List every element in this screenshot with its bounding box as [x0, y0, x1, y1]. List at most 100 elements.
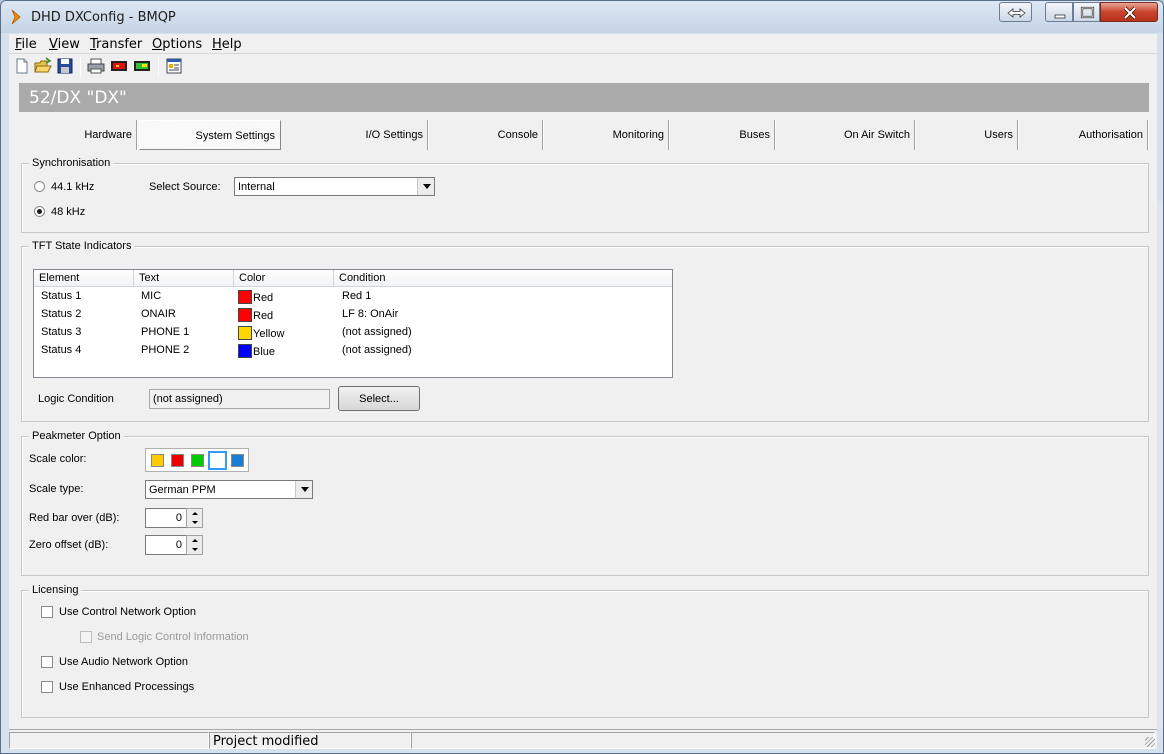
open-folder-icon[interactable] — [34, 57, 52, 75]
peakmeter-group: Peakmeter Option Scale color: Scale type… — [21, 430, 1149, 576]
source-label: Select Source: — [149, 181, 221, 193]
enhanced-processing-checkbox[interactable] — [41, 681, 53, 693]
app-logo-icon — [11, 9, 21, 25]
audio-network-label: Use Audio Network Option — [59, 656, 189, 668]
main-window: DHD DXConfig - BMQP File View Transfer O… — [0, 0, 1164, 754]
status-panel-left — [9, 732, 209, 749]
scale-color-picker — [145, 448, 249, 472]
group-title: TFT State Indicators — [29, 240, 135, 252]
resize-arrows-icon — [1007, 8, 1026, 18]
enhanced-processing-label: Use Enhanced Processings — [59, 681, 195, 693]
group-title: Licensing — [29, 584, 82, 596]
tab-system-settings[interactable]: System Settings — [139, 120, 281, 150]
tab-monitoring[interactable]: Monitoring — [544, 120, 670, 150]
title-bar[interactable]: DHD DXConfig - BMQP — [1, 1, 1163, 33]
tft-indicators-group: TFT State Indicators Element Text Color … — [21, 240, 1149, 422]
radio-44k-label: 44.1 kHz — [51, 181, 95, 193]
group-title: Synchronisation — [29, 157, 114, 169]
color-swatch — [238, 326, 252, 340]
radio-48k-label: 48 kHz — [51, 206, 86, 218]
status-panel-right — [411, 732, 1155, 749]
group-title: Peakmeter Option — [29, 430, 124, 442]
tab-authorisation[interactable]: Authorisation — [1019, 120, 1149, 150]
toolbar-separator — [158, 57, 159, 76]
red-bar-label: Red bar over (dB): — [29, 512, 120, 524]
close-button[interactable] — [1100, 2, 1158, 22]
control-network-label: Use Control Network Option — [59, 606, 196, 618]
chevron-down-icon[interactable] — [417, 178, 434, 195]
tab-buses[interactable]: Buses — [670, 120, 776, 150]
scale-color-yellow[interactable] — [151, 454, 164, 467]
tft-indicator-list[interactable]: Element Text Color Condition Status 1 MI… — [33, 269, 673, 378]
tab-io-settings[interactable]: I/O Settings — [282, 120, 429, 150]
send-logic-checkbox[interactable] — [80, 631, 92, 643]
spinner-arrows-icon[interactable] — [186, 535, 203, 555]
chevron-down-icon[interactable] — [295, 481, 312, 498]
audio-network-checkbox[interactable] — [41, 656, 53, 668]
column-header-text[interactable]: Text — [134, 270, 234, 287]
tab-console[interactable]: Console — [429, 120, 544, 150]
zero-offset-spinner[interactable]: 0 — [145, 535, 204, 555]
print-icon[interactable] — [87, 57, 105, 75]
send-logic-label: Send Logic Control Information — [97, 631, 249, 643]
device-green-icon[interactable] — [133, 57, 151, 75]
menu-bar: File View Transfer Options Help — [9, 34, 1157, 54]
close-icon — [1123, 6, 1137, 20]
scale-color-green[interactable] — [191, 454, 204, 467]
resize-grip-icon[interactable] — [1145, 737, 1155, 747]
color-swatch — [238, 308, 252, 322]
table-row[interactable]: Status 2 ONAIR Red LF 8: OnAir — [34, 306, 672, 324]
color-swatch — [238, 290, 252, 304]
minimize-icon — [1054, 14, 1066, 19]
tab-hardware[interactable]: Hardware — [19, 120, 138, 150]
select-logic-button[interactable]: Select... — [338, 386, 420, 411]
menu-transfer[interactable]: Transfer — [90, 37, 142, 52]
menu-file[interactable]: File — [15, 37, 37, 52]
column-header-element[interactable]: Element — [34, 270, 134, 287]
device-header: 52/DX "DX" — [19, 83, 1149, 112]
synchronisation-group: Synchronisation 44.1 kHz 48 kHz Select S… — [21, 157, 1149, 233]
zero-offset-label: Zero offset (dB): — [29, 539, 109, 551]
scale-type-label: Scale type: — [29, 483, 84, 495]
radio-44k[interactable] — [34, 181, 45, 192]
maximize-button[interactable] — [1073, 2, 1100, 22]
device-red-icon[interactable] — [110, 57, 128, 75]
column-header-color[interactable]: Color — [234, 270, 334, 287]
tab-users[interactable]: Users — [916, 120, 1019, 150]
toolbar-separator — [80, 57, 81, 76]
window-title: DHD DXConfig - BMQP — [31, 10, 176, 25]
red-bar-spinner[interactable]: 0 — [145, 508, 204, 528]
list-header: Element Text Color Condition — [34, 270, 672, 287]
logic-condition-field: (not assigned) — [149, 389, 330, 409]
properties-icon[interactable] — [165, 57, 183, 75]
zero-offset-input[interactable]: 0 — [145, 535, 187, 555]
control-network-checkbox[interactable] — [41, 606, 53, 618]
menu-view[interactable]: View — [49, 37, 80, 52]
save-icon[interactable] — [56, 57, 74, 75]
column-header-condition[interactable]: Condition — [334, 270, 672, 287]
resize-button[interactable] — [999, 2, 1032, 22]
scale-color-blue[interactable] — [231, 454, 244, 467]
minimize-button[interactable] — [1045, 2, 1073, 22]
table-row[interactable]: Status 1 MIC Red Red 1 — [34, 288, 672, 306]
menu-help[interactable]: Help — [212, 37, 242, 52]
table-row[interactable]: Status 3 PHONE 1 Yellow (not assigned) — [34, 324, 672, 342]
new-file-icon[interactable] — [13, 57, 31, 75]
logic-condition-label: Logic Condition — [38, 393, 114, 405]
scale-type-select[interactable]: German PPM — [145, 480, 313, 499]
menu-options[interactable]: Options — [152, 37, 202, 52]
color-swatch — [238, 344, 252, 358]
scale-color-red[interactable] — [171, 454, 184, 467]
tab-on-air-switch[interactable]: On Air Switch — [776, 120, 916, 150]
scale-color-white[interactable] — [208, 451, 227, 470]
source-select[interactable]: Internal — [234, 177, 435, 196]
red-bar-input[interactable]: 0 — [145, 508, 187, 528]
radio-48k[interactable] — [34, 206, 45, 217]
licensing-group: Licensing Use Control Network Option Sen… — [21, 584, 1149, 718]
right-scroll-edge — [1157, 201, 1163, 729]
tab-bar: Hardware System Settings I/O Settings Co… — [19, 116, 1149, 150]
spinner-arrows-icon[interactable] — [186, 508, 203, 528]
status-message: Project modified — [213, 734, 319, 749]
table-row[interactable]: Status 4 PHONE 2 Blue (not assigned) — [34, 342, 672, 360]
maximize-icon — [1080, 6, 1095, 19]
